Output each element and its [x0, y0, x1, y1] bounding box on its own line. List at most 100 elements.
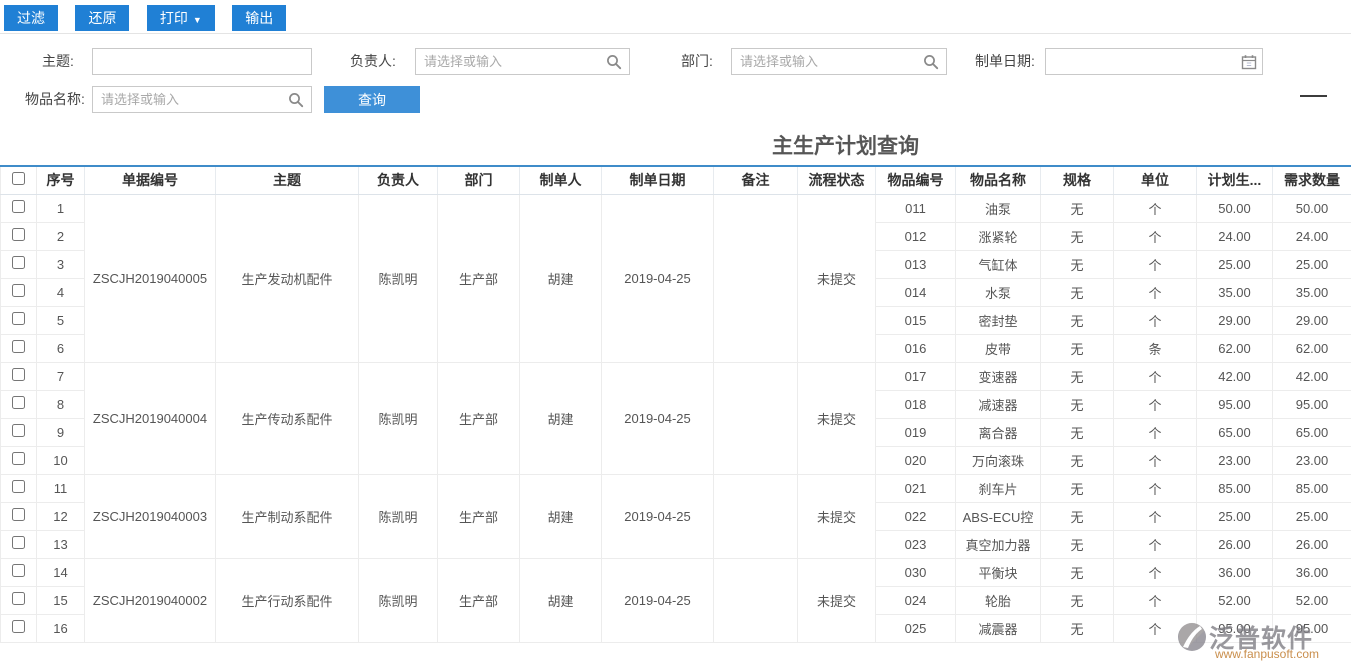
row-checkbox[interactable]	[12, 480, 25, 493]
restore-button[interactable]: 还原	[75, 5, 129, 31]
select-all-checkbox[interactable]	[12, 172, 25, 185]
doc-no-link[interactable]: ZSCJH2019040005	[85, 194, 216, 362]
item-no-link[interactable]: 024	[876, 586, 956, 614]
subject-input[interactable]	[92, 48, 312, 75]
subject-link[interactable]: 生产制动系配件	[216, 474, 359, 558]
row-checkbox[interactable]	[12, 200, 25, 213]
item-no-link[interactable]: 018	[876, 390, 956, 418]
item-no-link[interactable]: 015	[876, 306, 956, 334]
spec-cell: 无	[1041, 194, 1114, 222]
item-no-link[interactable]: 011	[876, 194, 956, 222]
unit-cell: 个	[1114, 502, 1197, 530]
print-button[interactable]: 打印▼	[147, 5, 215, 31]
remark-cell	[714, 558, 798, 642]
row-checkbox[interactable]	[12, 284, 25, 297]
item-name-link[interactable]: 轮胎	[956, 586, 1041, 614]
dept-cell: 生产部	[438, 558, 520, 642]
item-name-link[interactable]: 减震器	[956, 614, 1041, 642]
subject-link[interactable]: 生产传动系配件	[216, 362, 359, 474]
column-header: 负责人	[359, 166, 438, 194]
item-no-link[interactable]: 012	[876, 222, 956, 250]
row-checkbox[interactable]	[12, 256, 25, 269]
chevron-down-icon: ▼	[193, 15, 202, 25]
required-qty-cell: 26.00	[1273, 530, 1351, 558]
row-checkbox[interactable]	[12, 620, 25, 633]
search-icon[interactable]	[288, 92, 304, 108]
row-checkbox-cell	[1, 306, 37, 334]
row-checkbox-cell	[1, 278, 37, 306]
row-checkbox[interactable]	[12, 424, 25, 437]
item-name-link[interactable]: 万向滚珠	[956, 446, 1041, 474]
item-no-link[interactable]: 016	[876, 334, 956, 362]
item-name-link[interactable]: 真空加力器	[956, 530, 1041, 558]
subject-link[interactable]: 生产发动机配件	[216, 194, 359, 362]
item-name-link[interactable]: 水泵	[956, 278, 1041, 306]
item-no-link[interactable]: 023	[876, 530, 956, 558]
item-no-link[interactable]: 021	[876, 474, 956, 502]
date-input[interactable]	[1045, 48, 1263, 75]
subject-link[interactable]: 生产行动系配件	[216, 558, 359, 642]
doc-no-link[interactable]: ZSCJH2019040002	[85, 558, 216, 642]
item-name-link[interactable]: 涨紧轮	[956, 222, 1041, 250]
doc-no-link[interactable]: ZSCJH2019040003	[85, 474, 216, 558]
item-name-link[interactable]: 变速器	[956, 362, 1041, 390]
column-header: 流程状态	[798, 166, 876, 194]
column-header: 部门	[438, 166, 520, 194]
owner-link[interactable]: 陈凯明	[359, 362, 438, 474]
watermark-url: www.fanpusoft.com	[1177, 647, 1347, 661]
row-checkbox[interactable]	[12, 564, 25, 577]
export-button[interactable]: 输出	[232, 5, 286, 31]
search-icon[interactable]	[606, 54, 622, 70]
collapse-toggle[interactable]	[1300, 95, 1327, 97]
spec-cell: 无	[1041, 362, 1114, 390]
maker-link[interactable]: 胡建	[520, 474, 602, 558]
item-name-link[interactable]: 油泵	[956, 194, 1041, 222]
item-name-input[interactable]	[92, 86, 312, 113]
item-name-link[interactable]: 平衡块	[956, 558, 1041, 586]
dept-input[interactable]	[731, 48, 947, 75]
maker-link[interactable]: 胡建	[520, 558, 602, 642]
row-checkbox[interactable]	[12, 228, 25, 241]
row-checkbox[interactable]	[12, 396, 25, 409]
query-button[interactable]: 查询	[324, 86, 420, 113]
item-name-link[interactable]: ABS-ECU控	[956, 502, 1041, 530]
owner-link[interactable]: 陈凯明	[359, 474, 438, 558]
item-no-link[interactable]: 017	[876, 362, 956, 390]
item-name-link[interactable]: 密封垫	[956, 306, 1041, 334]
item-name-link[interactable]: 气缸体	[956, 250, 1041, 278]
unit-cell: 个	[1114, 362, 1197, 390]
item-name-link[interactable]: 减速器	[956, 390, 1041, 418]
item-no-link[interactable]: 019	[876, 418, 956, 446]
maker-link[interactable]: 胡建	[520, 362, 602, 474]
item-no-link[interactable]: 022	[876, 502, 956, 530]
item-no-link[interactable]: 025	[876, 614, 956, 642]
item-no-link[interactable]: 030	[876, 558, 956, 586]
planned-qty-cell: 29.00	[1197, 306, 1273, 334]
search-icon[interactable]	[923, 54, 939, 70]
item-name-link[interactable]: 刹车片	[956, 474, 1041, 502]
calendar-icon[interactable]	[1241, 54, 1257, 70]
item-name-link[interactable]: 离合器	[956, 418, 1041, 446]
item-no-link[interactable]: 013	[876, 250, 956, 278]
owner-input[interactable]	[415, 48, 630, 75]
owner-link[interactable]: 陈凯明	[359, 194, 438, 362]
row-index: 8	[37, 390, 85, 418]
row-checkbox[interactable]	[12, 508, 25, 521]
maker-link[interactable]: 胡建	[520, 194, 602, 362]
row-checkbox[interactable]	[12, 452, 25, 465]
remark-cell	[714, 474, 798, 558]
spec-cell: 无	[1041, 558, 1114, 586]
row-checkbox[interactable]	[12, 312, 25, 325]
item-no-link[interactable]: 014	[876, 278, 956, 306]
doc-no-link[interactable]: ZSCJH2019040004	[85, 362, 216, 474]
row-index: 16	[37, 614, 85, 642]
row-checkbox[interactable]	[12, 368, 25, 381]
item-name-link[interactable]: 皮带	[956, 334, 1041, 362]
planned-qty-cell: 85.00	[1197, 474, 1273, 502]
row-checkbox[interactable]	[12, 536, 25, 549]
owner-link[interactable]: 陈凯明	[359, 558, 438, 642]
item-no-link[interactable]: 020	[876, 446, 956, 474]
row-checkbox[interactable]	[12, 340, 25, 353]
row-checkbox[interactable]	[12, 592, 25, 605]
filter-button[interactable]: 过滤	[4, 5, 58, 31]
